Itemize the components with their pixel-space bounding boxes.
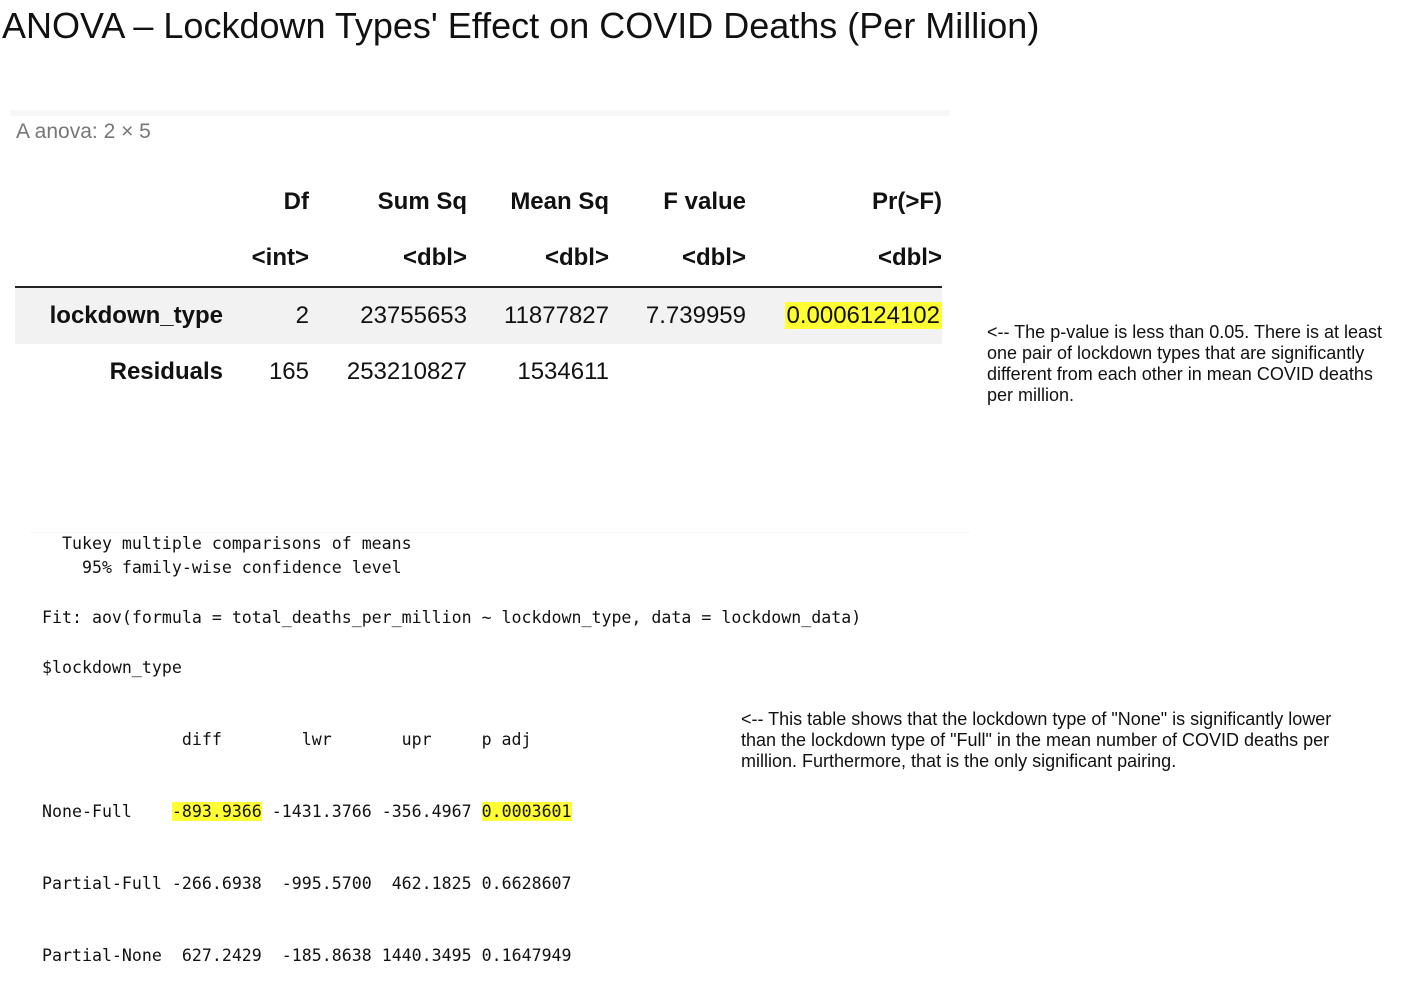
cell-p-value: 0.0006124102: [746, 287, 942, 344]
cell-sum-sq: 253210827: [346, 358, 467, 385]
cell-p-value: [746, 344, 942, 400]
cell-df: 165: [268, 358, 309, 385]
tukey-upr: -356.4967: [381, 802, 472, 821]
cell-mean-sq: 11877827: [467, 287, 609, 344]
anova-col-sum-sq: Sum Sq: [377, 188, 467, 215]
tukey-row-label: None-Full: [42, 802, 172, 821]
cell-df: 2: [223, 287, 309, 344]
tukey-note: <-- This table shows that the lockdown t…: [741, 709, 1332, 771]
p-value-highlight: 0.0006124102: [784, 302, 942, 329]
anova-col-df: Df: [283, 188, 309, 215]
row-label-residuals: Residuals: [109, 358, 223, 385]
tukey-upr: 1440.3495: [381, 946, 472, 965]
tukey-header-row: diff lwr upr p adj: [42, 730, 532, 749]
tukey-row: Partial-Full -266.6938 -995.5700 462.182…: [42, 872, 572, 896]
cell-mean-sq: 1534611: [517, 358, 609, 385]
cell-sum-sq: 23755653: [309, 287, 467, 344]
anova-type-df: <int>: [223, 230, 309, 288]
page-title: ANOVA – Lockdown Types' Effect on COVID …: [2, 5, 1040, 46]
tukey-table: diff lwr upr p adj None-Full -893.9366 -…: [42, 680, 572, 992]
anova-type-f-value: <dbl>: [609, 230, 746, 288]
panel-top-strip: [10, 110, 950, 116]
cell-f-value: [609, 344, 746, 400]
table-row: Residuals 165 253210827 1534611: [15, 344, 942, 400]
tukey-row: None-Full -893.9366 -1431.3766 -356.4967…: [42, 800, 572, 824]
tukey-term-label: $lockdown_type: [42, 658, 182, 677]
tukey-diff: 627.2429: [171, 946, 262, 965]
anova-type-row: <int> <dbl> <dbl> <dbl> <dbl>: [15, 230, 942, 288]
tukey-fit-line: Fit: aov(formula = total_deaths_per_mill…: [42, 608, 862, 627]
anova-output-panel: A anova: 2 × 5 Df Sum Sq Mean Sq F value…: [10, 110, 950, 400]
anova-type-blank: [15, 230, 223, 288]
cell-f-value: 7.739959: [609, 287, 746, 344]
anova-type-sum-sq: <dbl>: [309, 230, 467, 288]
tukey-heading-line-1: Tukey multiple comparisons of means: [42, 534, 412, 553]
tukey-row-label: Partial-Full: [42, 874, 172, 893]
anova-col-p-value: Pr(>F): [871, 188, 942, 215]
tukey-lwr: -1431.3766: [271, 802, 372, 821]
tukey-heading: Tukey multiple comparisons of means 95% …: [42, 532, 412, 580]
tukey-padj: 0.6628607: [481, 874, 572, 893]
tukey-upr: 462.1825: [381, 874, 472, 893]
tukey-padj-highlight: 0.0003601: [481, 802, 572, 821]
tukey-row-label: Partial-None: [42, 946, 172, 965]
tukey-diff-highlight: -893.9366: [171, 802, 262, 821]
tukey-padj: 0.1647949: [481, 946, 572, 965]
anova-header-row: Df Sum Sq Mean Sq F value Pr(>F): [15, 174, 942, 230]
tukey-diff: -266.6938: [171, 874, 262, 893]
table-row: lockdown_type 2 23755653 11877827 7.7399…: [15, 287, 942, 344]
row-label-lockdown-type: lockdown_type: [15, 287, 223, 344]
anova-table: Df Sum Sq Mean Sq F value Pr(>F) <int> <…: [15, 174, 942, 400]
anova-col-mean-sq: Mean Sq: [510, 188, 609, 215]
anova-type-mean-sq: <dbl>: [467, 230, 609, 288]
anova-note: <-- The p-value is less than 0.05. There…: [987, 322, 1383, 405]
anova-type-p-value: <dbl>: [746, 230, 942, 288]
anova-caption: A anova: 2 × 5: [16, 120, 151, 143]
tukey-lwr: -185.8638: [271, 946, 372, 965]
anova-header-blank: [15, 174, 223, 230]
tukey-heading-line-2: 95% family-wise confidence level: [42, 558, 402, 577]
anova-col-f-value: F value: [663, 188, 746, 215]
tukey-lwr: -995.5700: [271, 874, 372, 893]
tukey-row: Partial-None 627.2429 -185.8638 1440.349…: [42, 944, 572, 968]
